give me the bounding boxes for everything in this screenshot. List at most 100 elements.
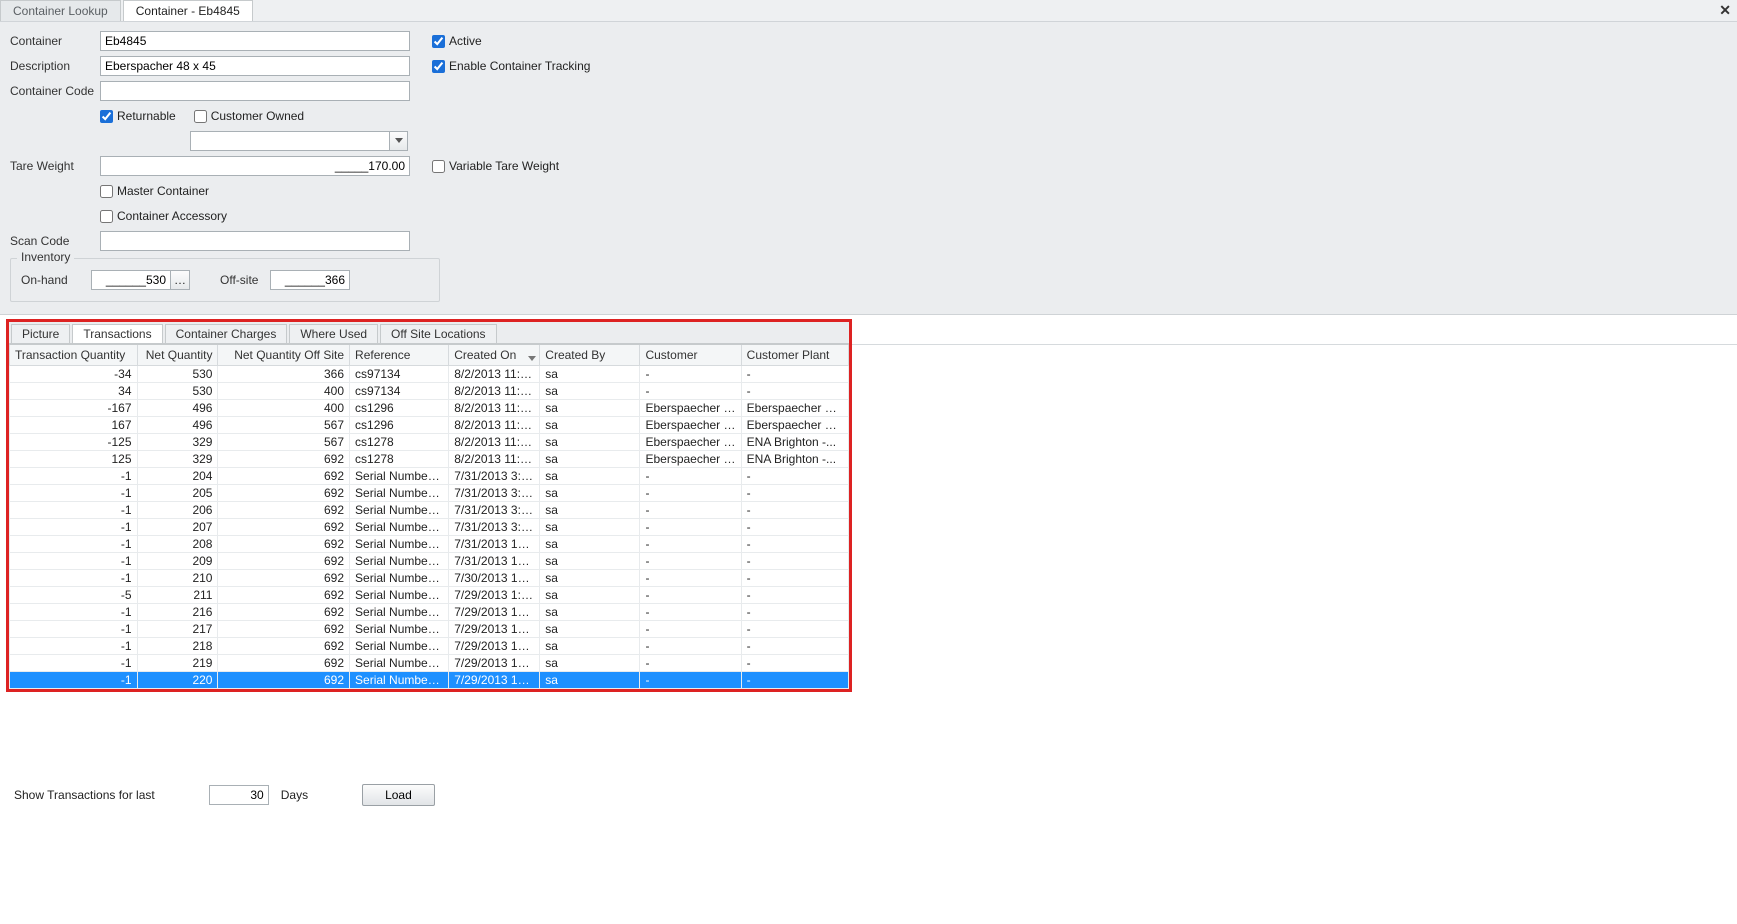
returnable-checkbox[interactable] [100, 110, 113, 123]
table-cell: -34 [10, 365, 138, 382]
tx-days-field[interactable] [209, 785, 269, 805]
table-cell: 329 [137, 450, 218, 467]
col-net-qty-off[interactable]: Net Quantity Off Site [218, 345, 350, 365]
description-field[interactable] [100, 56, 410, 76]
table-cell: sa [540, 569, 640, 586]
table-row[interactable]: -1205692Serial Number 3...7/31/2013 3:22… [10, 484, 849, 501]
table-row[interactable]: -1204692Serial Number 3...7/31/2013 3:22… [10, 467, 849, 484]
tare-weight-field[interactable] [100, 156, 410, 176]
table-cell: - [741, 484, 848, 501]
offsite-field[interactable] [270, 270, 350, 290]
table-cell: Eberspaecher N... [640, 433, 741, 450]
table-row[interactable]: -1208692Serial Number 3...7/31/2013 10:3… [10, 535, 849, 552]
close-icon[interactable]: ✕ [1719, 2, 1731, 19]
tab-off-site-locations[interactable]: Off Site Locations [380, 324, 497, 343]
table-row[interactable]: -1206692Serial Number 3...7/31/2013 3:04… [10, 501, 849, 518]
table-row[interactable]: -1217692Serial Number 3...7/29/2013 12:4… [10, 620, 849, 637]
customer-owned-checkbox[interactable] [194, 110, 207, 123]
table-cell: 400 [218, 399, 350, 416]
label-inventory: Inventory [17, 250, 74, 264]
col-net-qty[interactable]: Net Quantity [137, 345, 218, 365]
col-created-on[interactable]: Created On [449, 345, 540, 365]
enable-tracking-checkbox[interactable] [432, 60, 445, 73]
table-cell: 7/29/2013 12:4... [449, 603, 540, 620]
table-row[interactable]: -125329567cs12788/2/2013 11:49...saEbers… [10, 433, 849, 450]
table-row[interactable]: -1219692Serial Number 3...7/29/2013 10:3… [10, 654, 849, 671]
tab-container-lookup[interactable]: Container Lookup [0, 0, 121, 21]
onhand-field[interactable] [91, 270, 171, 290]
table-cell: - [640, 637, 741, 654]
table-cell: - [741, 654, 848, 671]
transactions-grid: Transaction Quantity Net Quantity Net Qu… [9, 344, 849, 689]
grid-header-row: Transaction Quantity Net Quantity Net Qu… [10, 345, 849, 365]
table-cell: 692 [218, 467, 350, 484]
tab-container-detail[interactable]: Container - Eb4845 [123, 0, 253, 21]
table-cell: cs1296 [350, 416, 449, 433]
table-row[interactable]: -1210692Serial Number 3...7/30/2013 10:3… [10, 569, 849, 586]
container-code-field[interactable] [100, 81, 410, 101]
table-cell: 7/31/2013 10:3... [449, 552, 540, 569]
table-cell: 217 [137, 620, 218, 637]
container-accessory-checkbox[interactable] [100, 210, 113, 223]
table-cell: sa [540, 654, 640, 671]
table-cell: 400 [218, 382, 350, 399]
table-row[interactable]: 125329692cs12788/2/2013 11:49...saEbersp… [10, 450, 849, 467]
table-cell: 692 [218, 654, 350, 671]
table-cell: 8/2/2013 11:49... [449, 365, 540, 382]
table-cell: 208 [137, 535, 218, 552]
table-row[interactable]: -1220692Serial Number 3...7/29/2013 10:0… [10, 671, 849, 688]
table-cell: ENA Brighton -... [741, 433, 848, 450]
table-row[interactable]: 167496567cs12968/2/2013 11:49...saEbersp… [10, 416, 849, 433]
master-container-checkbox[interactable] [100, 185, 113, 198]
active-checkbox[interactable] [432, 35, 445, 48]
table-row[interactable]: -5211692Serial Number 3...7/29/2013 1:24… [10, 586, 849, 603]
col-tx-qty[interactable]: Transaction Quantity [10, 345, 138, 365]
sub-tabs: Picture Transactions Container Charges W… [9, 322, 849, 344]
table-cell: 496 [137, 416, 218, 433]
col-customer-plant[interactable]: Customer Plant [741, 345, 848, 365]
tab-container-charges[interactable]: Container Charges [165, 324, 288, 343]
table-cell: -1 [10, 569, 138, 586]
table-row[interactable]: -34530366cs971348/2/2013 11:49...sa-- [10, 365, 849, 382]
table-cell: 692 [218, 450, 350, 467]
variable-tare-checkbox[interactable] [432, 160, 445, 173]
onhand-ellipsis-button[interactable]: … [170, 270, 190, 290]
chevron-down-icon[interactable] [390, 131, 408, 151]
tab-transactions[interactable]: Transactions [72, 324, 162, 343]
tab-where-used[interactable]: Where Used [289, 324, 378, 343]
table-cell: - [741, 620, 848, 637]
load-button[interactable]: Load [362, 784, 435, 806]
table-cell: -1 [10, 501, 138, 518]
table-cell: - [640, 535, 741, 552]
table-row[interactable]: -1216692Serial Number 3...7/29/2013 12:4… [10, 603, 849, 620]
customer-combo-field[interactable] [190, 131, 390, 151]
table-row[interactable]: -1218692Serial Number 3...7/29/2013 12:4… [10, 637, 849, 654]
table-cell: cs97134 [350, 382, 449, 399]
table-row[interactable]: -1209692Serial Number 3...7/31/2013 10:3… [10, 552, 849, 569]
label-container-code: Container Code [10, 84, 100, 98]
table-cell: 167 [10, 416, 138, 433]
table-cell: - [640, 518, 741, 535]
scan-code-field[interactable] [100, 231, 410, 251]
table-cell: 8/2/2013 11:49... [449, 382, 540, 399]
table-cell: Serial Number 3... [350, 654, 449, 671]
label-onhand: On-hand [21, 273, 91, 287]
table-cell: sa [540, 450, 640, 467]
tab-picture[interactable]: Picture [11, 324, 70, 343]
table-cell: - [640, 654, 741, 671]
table-cell: - [640, 671, 741, 688]
table-row[interactable]: -1207692Serial Number 3...7/31/2013 3:01… [10, 518, 849, 535]
table-cell: 8/2/2013 11:49... [449, 450, 540, 467]
col-reference[interactable]: Reference [350, 345, 449, 365]
table-cell: 204 [137, 467, 218, 484]
table-cell: - [640, 501, 741, 518]
table-cell: 219 [137, 654, 218, 671]
container-field[interactable] [100, 31, 410, 51]
table-cell: 216 [137, 603, 218, 620]
table-row[interactable]: -167496400cs12968/2/2013 11:49...saEbers… [10, 399, 849, 416]
table-cell: 8/2/2013 11:49... [449, 416, 540, 433]
col-created-by[interactable]: Created By [540, 345, 640, 365]
table-cell: -125 [10, 433, 138, 450]
table-row[interactable]: 34530400cs971348/2/2013 11:49...sa-- [10, 382, 849, 399]
col-customer[interactable]: Customer [640, 345, 741, 365]
